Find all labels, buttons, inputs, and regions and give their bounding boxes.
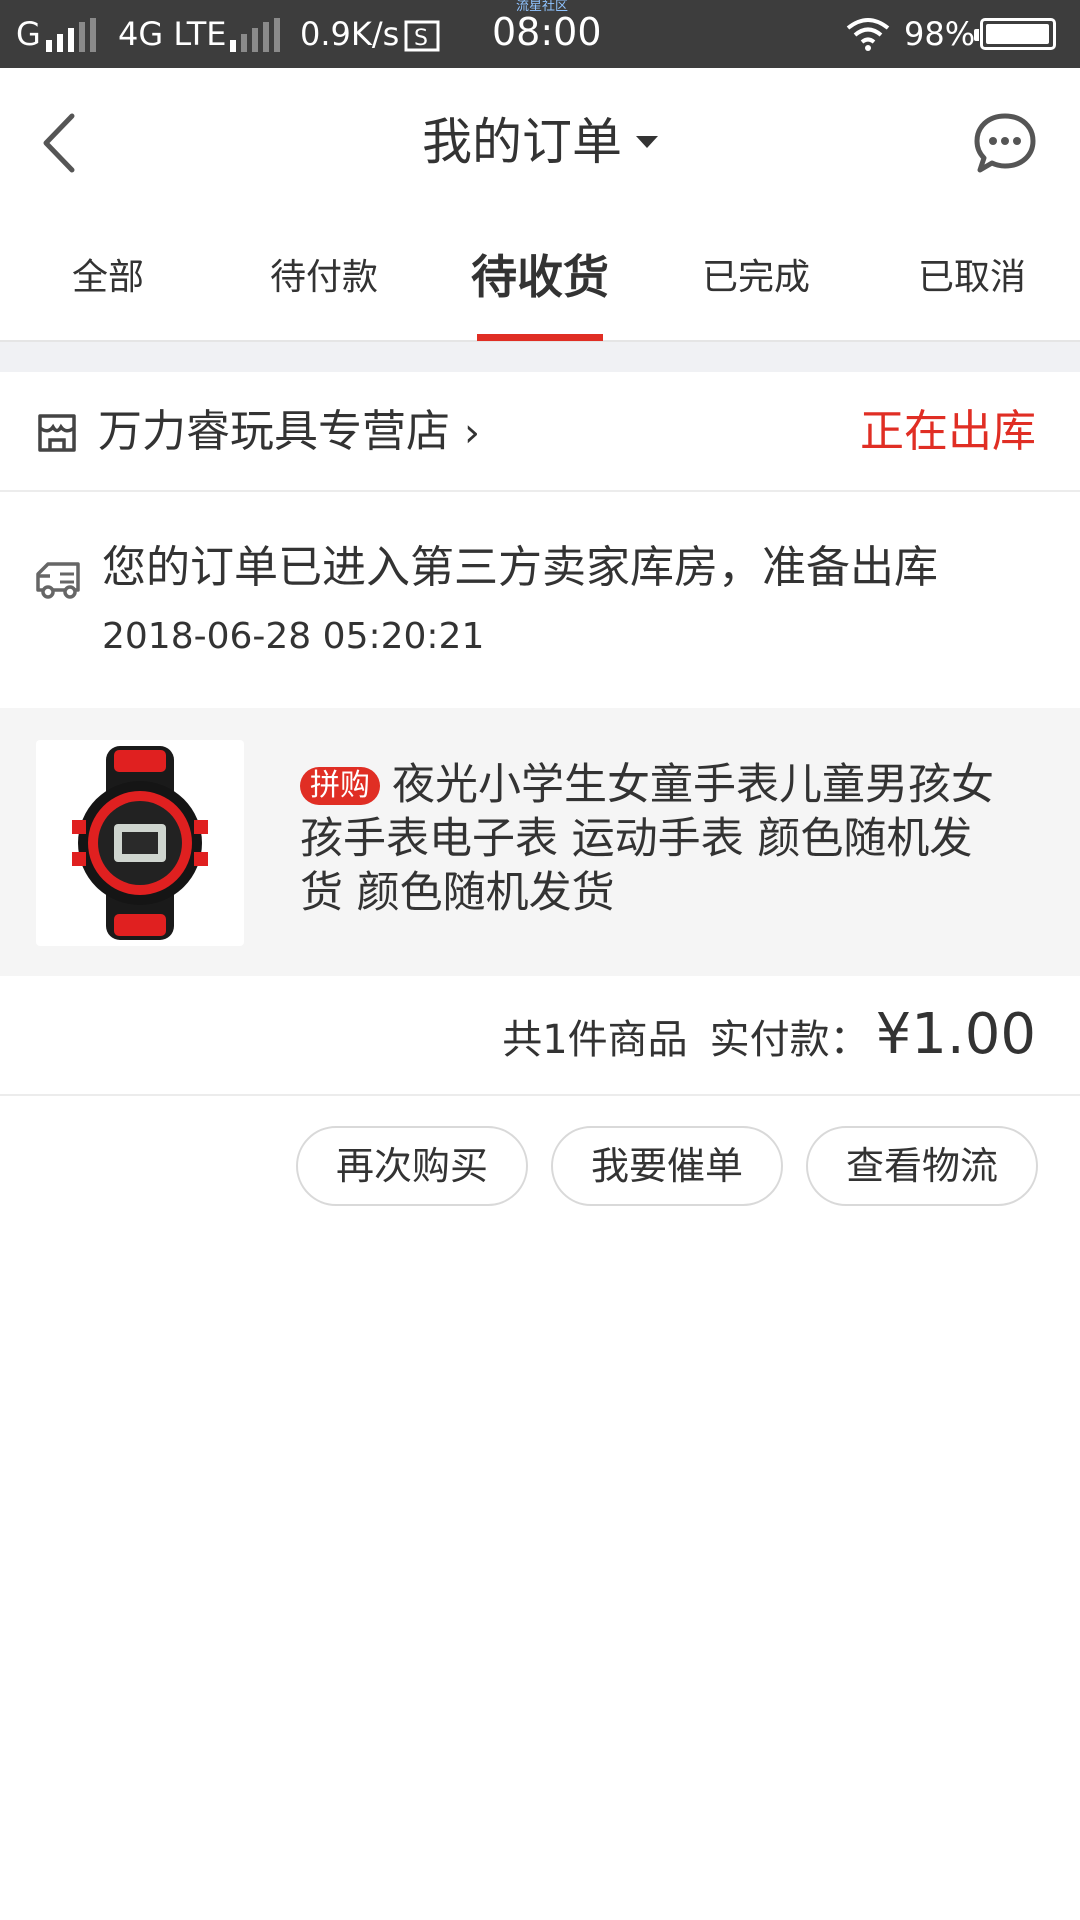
buy-again-button[interactable]: 再次购买 <box>296 1126 528 1206</box>
product-title-text: 夜光小学生女童手表儿童男孩女孩手表电子表 运动手表 颜色随机发货 颜色随机发货 <box>300 760 994 918</box>
caret-down-icon <box>636 135 658 148</box>
order-status: 正在出库 <box>860 406 1036 457</box>
product-thumbnail[interactable] <box>36 740 244 946</box>
tab-completed[interactable]: 已完成 <box>648 256 864 300</box>
store-header[interactable]: 万力睿玩具专营店 › 正在出库 <box>0 372 1080 492</box>
page-title[interactable]: 我的订单 <box>0 112 1080 172</box>
battery-icon <box>974 18 1056 50</box>
wifi-icon <box>846 18 890 51</box>
item-count: 共1件商品 <box>502 1017 688 1063</box>
product-title[interactable]: 拼购 夜光小学生女童手表儿童男孩女孩手表电子表 运动手表 颜色随机发货 颜色随机发… <box>300 758 1010 920</box>
paid-label: 实付款： <box>709 1017 870 1063</box>
urge-order-button[interactable]: 我要催单 <box>551 1126 783 1206</box>
active-tab-indicator <box>477 334 603 341</box>
order-tabs: 全部 待付款 待收货 已完成 已取消 <box>0 218 1080 342</box>
store-icon <box>38 414 76 452</box>
chevron-right-icon: › <box>464 410 480 456</box>
screenshot-icon: S <box>404 20 440 52</box>
svg-text:S: S <box>414 26 428 51</box>
status-bar: G 4G LTE 0.9K/s S 流星社区 08:00 98% <box>0 0 1080 68</box>
tab-all[interactable]: 全部 <box>0 256 216 300</box>
carrier-label: G <box>16 15 41 53</box>
tab-pending-payment[interactable]: 待付款 <box>216 256 432 300</box>
paid-amount: ¥1.00 <box>875 1002 1036 1067</box>
group-buy-badge: 拼购 <box>300 767 380 805</box>
tab-pending-receipt[interactable]: 待收货 <box>432 250 648 304</box>
logistics-timestamp: 2018-06-28 05:20:21 <box>102 616 485 657</box>
order-actions: 再次购买 我要催单 查看物流 <box>0 1098 1080 1208</box>
store-name[interactable]: 万力睿玩具专营店 › <box>98 402 480 463</box>
clock: 08:00 <box>492 10 602 54</box>
chat-bubble-icon[interactable] <box>972 110 1038 176</box>
tab-cancelled[interactable]: 已取消 <box>864 256 1080 300</box>
watch-image <box>72 746 208 940</box>
signal-icon <box>46 18 96 52</box>
section-divider <box>0 342 1080 372</box>
nav-bar: 我的订单 <box>0 68 1080 218</box>
store-name-text: 万力睿玩具专营店 <box>98 406 450 457</box>
logistics-info[interactable]: 您的订单已进入第三方卖家库房，准备出库 2018-06-28 05:20:21 <box>0 494 1080 708</box>
battery-percent: 98% <box>904 15 976 53</box>
product-item[interactable]: 拼购 夜光小学生女童手表儿童男孩女孩手表电子表 运动手表 颜色随机发货 颜色随机发… <box>0 708 1080 976</box>
order-summary: 共1件商品 实付款： ¥1.00 <box>0 976 1080 1096</box>
summary-line: 共1件商品 实付款： ¥1.00 <box>502 1002 1036 1067</box>
network-speed: 0.9K/s <box>300 15 400 53</box>
view-logistics-button[interactable]: 查看物流 <box>806 1126 1038 1206</box>
signal-icon-2 <box>230 18 280 52</box>
truck-icon <box>36 562 80 599</box>
logistics-message: 您的订单已进入第三方卖家库房，准备出库 <box>102 542 938 593</box>
page-title-text: 我的订单 <box>422 113 622 171</box>
network-type-label: 4G LTE <box>118 15 227 53</box>
